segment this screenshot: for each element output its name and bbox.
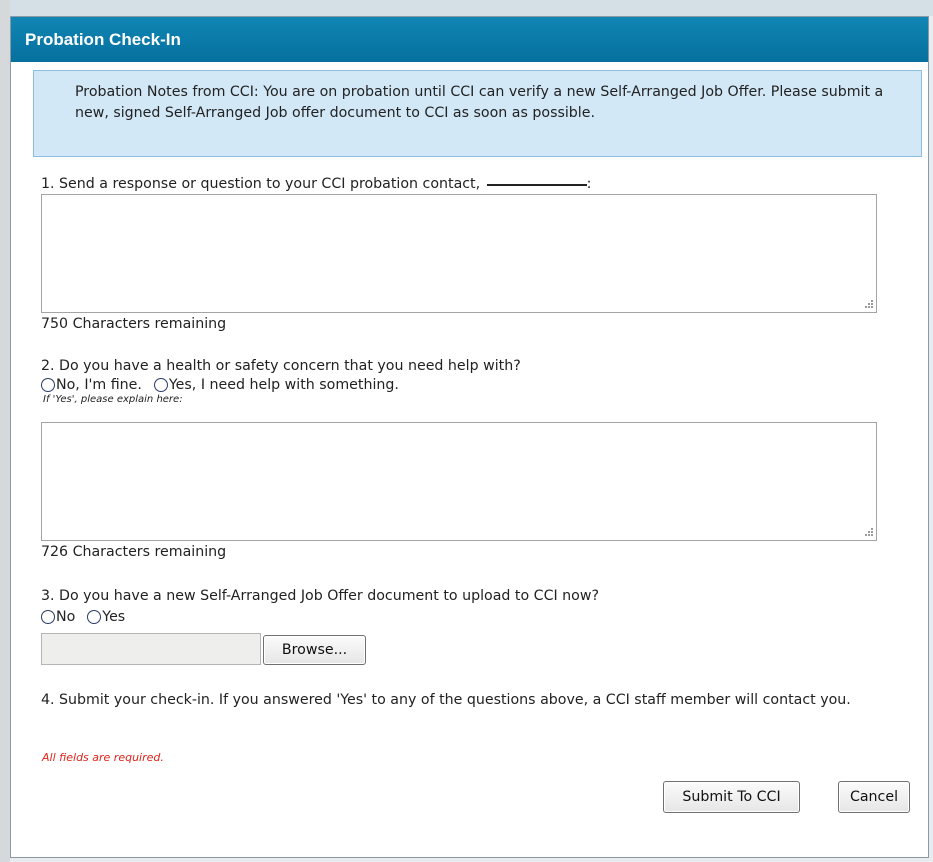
health-yes-label[interactable]: Yes, I need help with something. — [169, 377, 399, 393]
question-1-suffix: : — [586, 176, 592, 192]
background-header-strip — [0, 0, 933, 16]
question-1-text: 1. Send a response or question to your C… — [41, 176, 481, 192]
dialog-titlebar: Probation Check-In — [11, 17, 928, 62]
question-2-label: 2. Do you have a health or safety concer… — [41, 358, 521, 374]
submit-button[interactable]: Submit To CCI — [663, 781, 800, 813]
job-offer-yes-radio[interactable] — [87, 610, 102, 624]
job-offer-yes-label[interactable]: Yes — [102, 609, 125, 625]
health-no-radio[interactable] — [41, 378, 55, 392]
health-resize-grip[interactable] — [864, 528, 874, 538]
health-explain-hint: If 'Yes', please explain here: — [43, 394, 183, 405]
health-chars-remaining: 726 Characters remaining — [41, 544, 227, 560]
question-3-label: 3. Do you have a new Self-Arranged Job O… — [41, 588, 599, 604]
job-offer-no-label[interactable]: No — [56, 609, 75, 625]
response-textarea[interactable] — [41, 194, 877, 313]
job-offer-options: No Yes — [41, 607, 137, 627]
required-fields-note: All fields are required. — [42, 751, 164, 764]
response-chars-remaining: 750 Characters remaining — [41, 316, 227, 332]
cancel-button[interactable]: Cancel — [838, 781, 910, 813]
health-no-label[interactable]: No, I'm fine. — [56, 377, 142, 393]
file-path-input[interactable] — [41, 633, 261, 665]
probation-notes-box: Probation Notes from CCI: You are on pro… — [33, 70, 922, 157]
background-left-strip — [0, 0, 10, 862]
browse-button[interactable]: Browse... — [263, 635, 366, 665]
question-4-label: 4. Submit your check-in. If you answered… — [41, 692, 851, 708]
contact-name-blank — [486, 184, 587, 186]
job-offer-no-radio[interactable] — [41, 610, 55, 624]
dialog-title: Probation Check-In — [25, 30, 181, 49]
health-concern-options: No, I'm fine. Yes, I need help with some… — [41, 375, 411, 395]
health-explain-textarea[interactable] — [41, 422, 877, 541]
probation-notes-text: Probation Notes from CCI: You are on pro… — [75, 84, 884, 121]
health-yes-radio[interactable] — [153, 378, 168, 392]
question-1-label: 1. Send a response or question to your C… — [41, 174, 591, 194]
response-resize-grip[interactable] — [864, 300, 874, 310]
probation-checkin-dialog: Probation Check-In Probation Notes from … — [10, 16, 929, 858]
